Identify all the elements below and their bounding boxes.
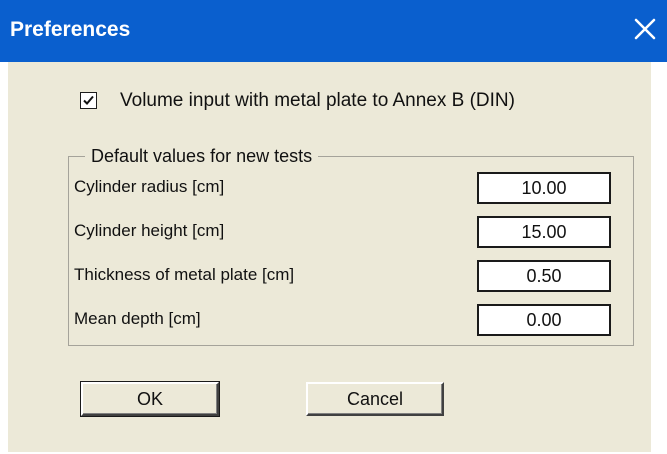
- metal-plate-thickness-label: Thickness of metal plate [cm]: [74, 265, 295, 284]
- default-values-group: Default values for new tests Cylinder ra…: [68, 144, 634, 346]
- metal-plate-thickness-input[interactable]: [477, 260, 611, 292]
- volume-input-checkbox[interactable]: [80, 92, 97, 109]
- cylinder-height-label: Cylinder height [cm]: [74, 221, 225, 240]
- cylinder-radius-label: Cylinder radius [cm]: [74, 177, 225, 196]
- mean-depth-label: Mean depth [cm]: [74, 309, 201, 328]
- cancel-button[interactable]: Cancel: [306, 382, 444, 416]
- checkmark-icon: [83, 95, 94, 105]
- ok-button[interactable]: OK: [80, 381, 220, 417]
- dialog-title: Preferences: [10, 18, 131, 41]
- cylinder-height-input[interactable]: [477, 216, 611, 248]
- group-legend: Default values for new tests: [85, 144, 319, 168]
- cylinder-radius-input[interactable]: [477, 172, 611, 204]
- title-bar[interactable]: Preferences: [0, 0, 667, 62]
- volume-input-label: Volume input with metal plate to Annex B…: [120, 90, 515, 111]
- close-icon[interactable]: [630, 14, 660, 44]
- dialog-body: Volume input with metal plate to Annex B…: [8, 62, 651, 452]
- preferences-dialog: Preferences Volume input with metal plat…: [0, 0, 667, 454]
- mean-depth-input[interactable]: [477, 304, 611, 336]
